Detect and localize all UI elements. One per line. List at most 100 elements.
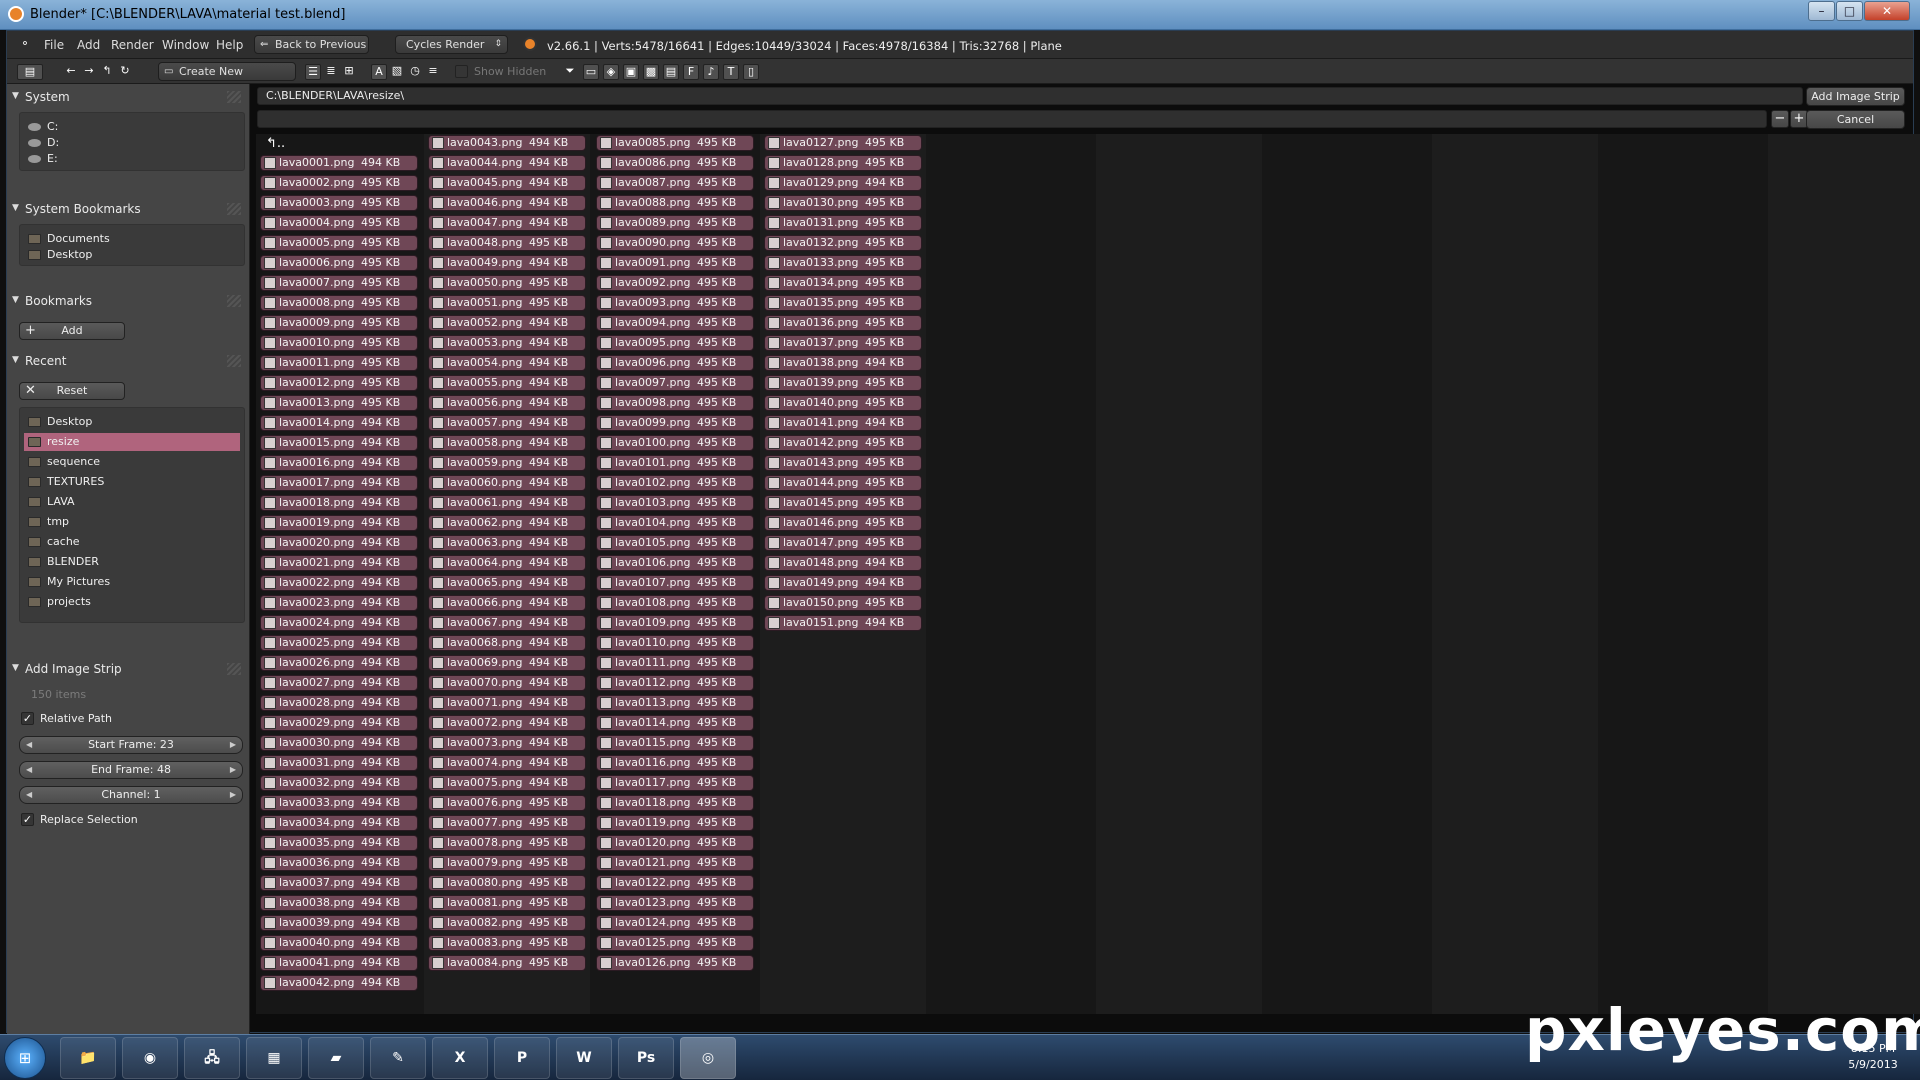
file-item[interactable]: lava0031.png 494 KB: [260, 755, 418, 771]
file-item[interactable]: lava0118.png 495 KB: [596, 795, 754, 811]
display-short-list-icon[interactable]: ☰: [305, 64, 321, 80]
file-item[interactable]: lava0024.png 494 KB: [260, 615, 418, 631]
file-item[interactable]: lava0127.png 495 KB: [764, 135, 922, 151]
filter-text-icon[interactable]: T: [723, 64, 739, 80]
render-engine-select[interactable]: Cycles Render ⇕: [395, 35, 508, 54]
parent-directory-icon[interactable]: ↰: [99, 64, 115, 80]
file-item[interactable]: lava0074.png 494 KB: [428, 755, 586, 771]
drive-e[interactable]: E:: [24, 150, 240, 168]
filter-movies-icon[interactable]: ▩: [643, 64, 659, 80]
panel-grip-icon[interactable]: [227, 91, 241, 103]
file-item[interactable]: lava0081.png 495 KB: [428, 895, 586, 911]
increment-arrow-icon[interactable]: ▶: [230, 787, 236, 803]
file-item[interactable]: lava0064.png 494 KB: [428, 555, 586, 571]
file-item[interactable]: lava0025.png 494 KB: [260, 635, 418, 651]
file-item[interactable]: lava0111.png 495 KB: [596, 655, 754, 671]
file-item[interactable]: lava0017.png 494 KB: [260, 475, 418, 491]
window-title-bar[interactable]: Blender* [C:\BLENDER\LAVA\material test.…: [0, 0, 1920, 30]
system-bookmarks-panel-header[interactable]: ▼ System Bookmarks: [12, 202, 141, 216]
file-item[interactable]: lava0107.png 495 KB: [596, 575, 754, 591]
file-item[interactable]: lava0110.png 495 KB: [596, 635, 754, 651]
add-bookmark-button[interactable]: + Add: [19, 322, 125, 340]
file-item[interactable]: lava0070.png 494 KB: [428, 675, 586, 691]
recent-folder-item[interactable]: TEXTURES: [24, 473, 240, 491]
cancel-button[interactable]: Cancel: [1806, 110, 1905, 129]
filter-images-icon[interactable]: ▣: [623, 64, 639, 80]
file-item[interactable]: lava0020.png 494 KB: [260, 535, 418, 551]
file-item[interactable]: lava0065.png 494 KB: [428, 575, 586, 591]
file-item[interactable]: lava0003.png 495 KB: [260, 195, 418, 211]
file-item[interactable]: lava0101.png 495 KB: [596, 455, 754, 471]
file-item[interactable]: lava0099.png 495 KB: [596, 415, 754, 431]
file-item[interactable]: lava0097.png 495 KB: [596, 375, 754, 391]
display-detailed-list-icon[interactable]: ≣: [323, 64, 339, 80]
file-item[interactable]: lava0085.png 495 KB: [596, 135, 754, 151]
file-item[interactable]: lava0123.png 495 KB: [596, 895, 754, 911]
file-item[interactable]: lava0094.png 495 KB: [596, 315, 754, 331]
file-item[interactable]: lava0054.png 494 KB: [428, 355, 586, 371]
file-item[interactable]: lava0032.png 494 KB: [260, 775, 418, 791]
file-item[interactable]: lava0125.png 495 KB: [596, 935, 754, 951]
add-image-strip-button[interactable]: Add Image Strip: [1806, 87, 1905, 106]
file-item[interactable]: lava0069.png 494 KB: [428, 655, 586, 671]
file-item[interactable]: lava0137.png 495 KB: [764, 335, 922, 351]
file-item[interactable]: lava0037.png 494 KB: [260, 875, 418, 891]
filter-blend-icon[interactable]: ◈: [603, 64, 619, 80]
file-item[interactable]: lava0015.png 494 KB: [260, 435, 418, 451]
file-item[interactable]: lava0092.png 495 KB: [596, 275, 754, 291]
maximize-button[interactable]: □: [1836, 1, 1863, 21]
file-item[interactable]: lava0122.png 495 KB: [596, 875, 754, 891]
file-item[interactable]: lava0033.png 494 KB: [260, 795, 418, 811]
file-item[interactable]: lava0149.png 494 KB: [764, 575, 922, 591]
file-item[interactable]: lava0063.png 494 KB: [428, 535, 586, 551]
file-item[interactable]: lava0018.png 494 KB: [260, 495, 418, 511]
file-item[interactable]: lava0151.png 494 KB: [764, 615, 922, 631]
file-item[interactable]: lava0096.png 495 KB: [596, 355, 754, 371]
taskbar-calculator-button[interactable]: ▦: [246, 1037, 302, 1079]
file-item[interactable]: lava0104.png 495 KB: [596, 515, 754, 531]
file-item[interactable]: lava0115.png 495 KB: [596, 735, 754, 751]
panel-grip-icon[interactable]: [227, 663, 241, 675]
file-item[interactable]: lava0013.png 495 KB: [260, 395, 418, 411]
file-item[interactable]: lava0087.png 495 KB: [596, 175, 754, 191]
file-item[interactable]: lava0132.png 495 KB: [764, 235, 922, 251]
filter-icon[interactable]: ⏷: [562, 64, 578, 80]
file-item[interactable]: lava0021.png 494 KB: [260, 555, 418, 571]
decrement-arrow-icon[interactable]: ◀: [26, 762, 32, 778]
sort-alphabetical-icon[interactable]: A: [371, 64, 387, 80]
taskbar-word-button[interactable]: W: [556, 1037, 612, 1079]
file-item[interactable]: lava0112.png 495 KB: [596, 675, 754, 691]
panel-grip-icon[interactable]: [227, 295, 241, 307]
file-item[interactable]: lava0022.png 494 KB: [260, 575, 418, 591]
filter-sounds-icon[interactable]: ♪: [703, 64, 719, 80]
file-item[interactable]: lava0006.png 495 KB: [260, 255, 418, 271]
sort-by-extension-icon[interactable]: ▧: [389, 64, 405, 80]
file-item[interactable]: lava0144.png 495 KB: [764, 475, 922, 491]
file-item[interactable]: lava0100.png 495 KB: [596, 435, 754, 451]
file-item[interactable]: lava0045.png 494 KB: [428, 175, 586, 191]
back-to-previous-button[interactable]: ⇐ Back to Previous: [254, 35, 369, 54]
increment-arrow-icon[interactable]: ▶: [230, 737, 236, 753]
file-item[interactable]: lava0029.png 494 KB: [260, 715, 418, 731]
file-item[interactable]: lava0128.png 495 KB: [764, 155, 922, 171]
file-item[interactable]: lava0103.png 495 KB: [596, 495, 754, 511]
filter-scripts-icon[interactable]: ▤: [663, 64, 679, 80]
sort-by-time-icon[interactable]: ◷: [407, 64, 423, 80]
taskbar-excel-button[interactable]: X: [432, 1037, 488, 1079]
recent-folder-item[interactable]: BLENDER: [24, 553, 240, 571]
file-item[interactable]: lava0120.png 495 KB: [596, 835, 754, 851]
file-item[interactable]: lava0026.png 494 KB: [260, 655, 418, 671]
file-item[interactable]: lava0116.png 495 KB: [596, 755, 754, 771]
file-item[interactable]: lava0077.png 495 KB: [428, 815, 586, 831]
file-item[interactable]: lava0009.png 495 KB: [260, 315, 418, 331]
file-item[interactable]: lava0080.png 495 KB: [428, 875, 586, 891]
refresh-icon[interactable]: ↻: [117, 64, 133, 80]
file-item[interactable]: lava0038.png 494 KB: [260, 895, 418, 911]
file-item[interactable]: lava0095.png 495 KB: [596, 335, 754, 351]
file-item[interactable]: lava0030.png 494 KB: [260, 735, 418, 751]
file-item[interactable]: lava0060.png 494 KB: [428, 475, 586, 491]
back-icon[interactable]: ←: [63, 64, 79, 80]
file-item[interactable]: lava0035.png 494 KB: [260, 835, 418, 851]
file-item[interactable]: lava0036.png 494 KB: [260, 855, 418, 871]
file-item[interactable]: lava0143.png 495 KB: [764, 455, 922, 471]
